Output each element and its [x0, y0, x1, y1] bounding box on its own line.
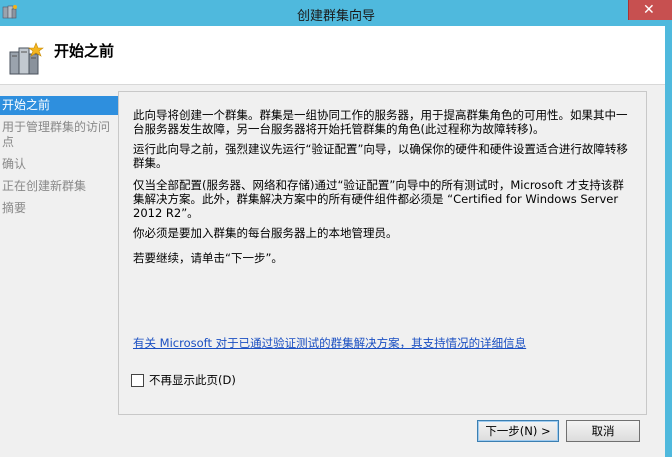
next-button[interactable]: 下一步(N) >: [477, 420, 559, 442]
support-requirements-paragraph: 仅当全部配置(服务器、网络和存储)通过“验证配置”向导中的所有测试时，Micro…: [133, 178, 624, 220]
cancel-button[interactable]: 取消: [566, 420, 640, 442]
nav-item-confirmation[interactable]: 确认: [0, 155, 118, 174]
content-panel: 此向导将创建一个群集。群集是一组协同工作的服务器，用于提高群集角色的可用性。如果…: [118, 91, 647, 415]
wizard-header: 开始之前: [0, 26, 665, 85]
close-icon: ✕: [643, 2, 655, 18]
nav-item-access-point[interactable]: 用于管理群集的访问点: [0, 118, 118, 152]
nav-item-summary[interactable]: 摘要: [0, 199, 118, 218]
dont-show-again-option[interactable]: 不再显示此页(D): [131, 372, 236, 388]
continue-instruction-paragraph: 若要继续，请单击“下一步”。: [133, 251, 283, 265]
cluster-servers-icon: [8, 40, 46, 78]
page-title: 开始之前: [54, 42, 115, 60]
nav-item-before-you-begin[interactable]: 开始之前: [0, 96, 118, 115]
dont-show-again-checkbox[interactable]: [131, 373, 144, 387]
wizard-body: 开始之前 开始之前 用于管理群集的访问点 确认 正在创建新群集 摘要 此向导将创…: [0, 26, 665, 457]
title-bar[interactable]: 创建群集向导 ✕: [0, 0, 672, 26]
admin-requirement-paragraph: 你必须是要加入群集的每台服务器上的本地管理员。: [133, 226, 398, 240]
nav-item-creating-cluster[interactable]: 正在创建新群集: [0, 177, 118, 196]
dont-show-again-label: 不再显示此页(D): [149, 373, 236, 387]
wizard-steps-nav: 开始之前 用于管理群集的访问点 确认 正在创建新群集 摘要: [0, 96, 118, 221]
window-title: 创建群集向导: [296, 9, 375, 24]
window-border: [665, 26, 672, 457]
close-button[interactable]: ✕: [628, 0, 672, 20]
intro-paragraph: 此向导将创建一个群集。群集是一组协同工作的服务器，用于提高群集角色的可用性。如果…: [133, 108, 628, 136]
validate-recommendation-paragraph: 运行此向导之前，强烈建议先运行“验证配置”向导，以确保你的硬件和硬件设置适合进行…: [133, 142, 628, 170]
wizard-window: 创建群集向导 ✕ 开始之前 开始之前 用于管理群集的访问点 确认 正在创建新群集…: [0, 0, 672, 457]
support-info-link[interactable]: 有关 Microsoft 对于已通过验证测试的群集解决方案，其支持情况的详细信息: [133, 335, 526, 351]
